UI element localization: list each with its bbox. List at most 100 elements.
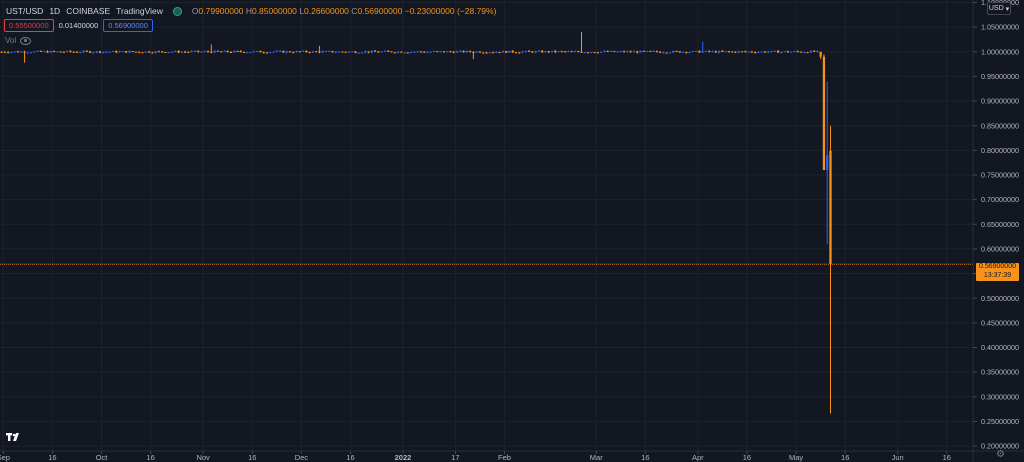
baseline-candle (780, 51, 783, 53)
baseline-candle (82, 50, 85, 53)
baseline-candle (547, 51, 550, 53)
spread-value: 0.01400000 (58, 21, 99, 30)
y-tick-label: 0.60000000 (981, 245, 1019, 254)
volume-indicator[interactable]: Vol (5, 36, 32, 45)
baseline-candle (62, 51, 66, 53)
baseline-candle (501, 51, 505, 53)
baseline-candle (49, 50, 52, 53)
candle (826, 155, 829, 171)
baseline-candle (301, 50, 305, 52)
gear-icon[interactable]: ⚙ (996, 449, 1005, 460)
baseline-candle (223, 50, 226, 52)
price-axis[interactable]: 1.100000001.050000001.000000000.95000000… (973, 0, 1019, 451)
baseline-candle (210, 51, 213, 53)
baseline-candle (639, 50, 642, 53)
candle (822, 56, 826, 171)
baseline-candle (36, 50, 39, 52)
baseline-candle (691, 51, 695, 53)
baseline-candle (482, 52, 485, 54)
baseline-candle (357, 52, 360, 54)
price-chart[interactable]: 1.100000001.050000001.000000000.95000000… (0, 0, 1024, 462)
baseline-candle (783, 51, 786, 53)
baseline-candle (108, 51, 111, 53)
baseline-candle (370, 50, 373, 53)
eye-icon[interactable] (20, 36, 32, 45)
baseline-candle (449, 51, 452, 53)
candle (819, 51, 822, 57)
baseline-candle (685, 51, 688, 53)
baseline-candle (475, 51, 478, 53)
baseline-candle (521, 51, 524, 53)
baseline-candle (665, 52, 668, 54)
buy-button[interactable]: 0.56900000 (103, 19, 153, 32)
interval-label[interactable]: 1D (49, 6, 60, 16)
baseline-candle (308, 52, 311, 54)
baseline-candle (681, 51, 685, 53)
source-label: TradingView (116, 6, 163, 16)
baseline-candle (102, 51, 105, 53)
baseline-candle (688, 52, 691, 54)
baseline-candle (773, 50, 776, 52)
baseline-candle (259, 50, 262, 53)
baseline-candle (396, 51, 400, 53)
baseline-candle (668, 52, 672, 54)
baseline-candle (72, 51, 75, 53)
baseline-candle (203, 51, 206, 53)
baseline-candle (334, 52, 337, 54)
x-tick-label: 16 (248, 453, 256, 462)
baseline-candle (246, 52, 249, 54)
baseline-candle (164, 52, 167, 54)
baseline-candle (256, 50, 259, 52)
baseline-candle (229, 51, 233, 53)
baseline-candle (590, 52, 593, 54)
baseline-candle (423, 51, 426, 53)
baseline-candle (233, 50, 236, 53)
baseline-candle (721, 50, 724, 52)
symbol-label[interactable]: UST/USD (6, 6, 43, 16)
baseline-candle (183, 51, 187, 53)
baseline-candle (675, 50, 678, 52)
baseline-candle (747, 51, 750, 53)
baseline-candle (809, 50, 812, 53)
sell-button[interactable]: 0.55500000 (4, 19, 54, 32)
baseline-candle (118, 51, 121, 53)
tradingview-logo-icon[interactable] (5, 428, 23, 446)
baseline-candle (413, 51, 416, 53)
high-value: 0.85000000 (251, 6, 297, 16)
baseline-candle (403, 52, 406, 54)
baseline-candle (95, 51, 98, 53)
baseline-candle (236, 50, 239, 52)
baseline-candle (174, 50, 177, 52)
currency-label: USD (988, 5, 1004, 12)
baseline-candle (622, 51, 626, 53)
baseline-candle (98, 51, 102, 53)
baseline-candle (151, 52, 154, 54)
baseline-candle (812, 50, 816, 52)
time-axis[interactable]: Sep 16 Oct 16 Nov 16 Dec 16 2022 17 Feb Mar 16 Apr 16 M… (0, 451, 951, 462)
baseline-candle (180, 51, 183, 53)
baseline-candle (583, 52, 586, 54)
baseline-candle (311, 51, 315, 53)
baseline-candle (432, 51, 436, 53)
baseline-candle (13, 51, 16, 53)
baseline-candle (793, 51, 796, 53)
countdown-value: 13:37:39 (983, 271, 1012, 279)
baseline-candle (727, 51, 731, 53)
baseline-candle (714, 51, 717, 53)
x-tick-label: Feb (498, 453, 511, 462)
baseline-candle (803, 52, 806, 54)
baseline-candle (629, 51, 632, 53)
baseline-candle (505, 51, 508, 53)
baseline-candle (390, 51, 393, 53)
x-tick-label: Nov (196, 453, 210, 462)
baseline-candle (219, 51, 223, 53)
baseline-candle (318, 51, 321, 53)
currency-select[interactable]: USD ▾ (987, 2, 1011, 15)
baseline-candle (242, 51, 246, 53)
baseline-candle (226, 50, 229, 52)
baseline-candle (763, 51, 767, 53)
y-tick-label: 1.05000000 (981, 23, 1019, 32)
candle (829, 150, 832, 265)
baseline-candle (167, 52, 170, 54)
baseline-candle (193, 50, 197, 52)
